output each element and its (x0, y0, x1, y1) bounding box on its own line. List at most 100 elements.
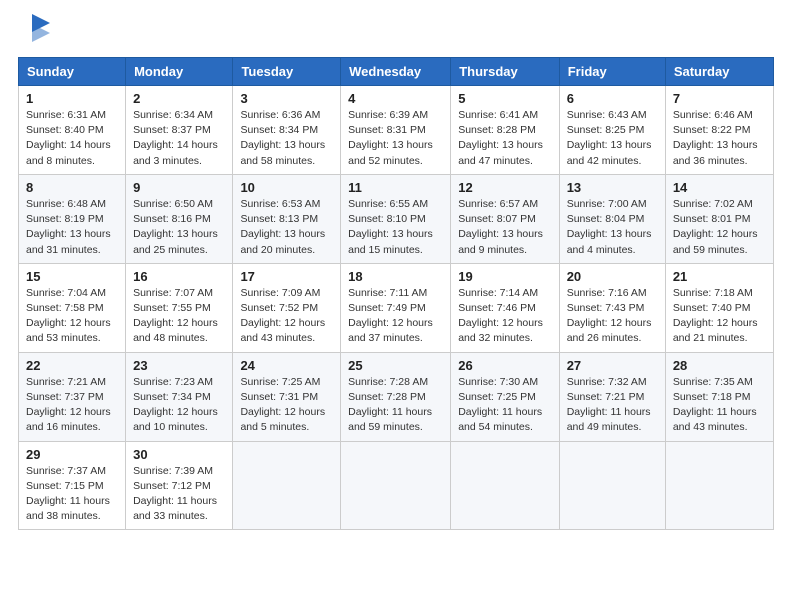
sunrise-label: Sunrise: 7:09 AM (240, 287, 320, 299)
day-number: 7 (673, 91, 766, 106)
daylight-label: Daylight: 13 hours and 36 minutes. (673, 139, 758, 166)
daylight-label: Daylight: 13 hours and 25 minutes. (133, 228, 218, 255)
day-info: Sunrise: 6:31 AM Sunset: 8:40 PM Dayligh… (26, 108, 118, 169)
calendar-cell: 26 Sunrise: 7:30 AM Sunset: 7:25 PM Dayl… (451, 352, 559, 441)
col-monday: Monday (126, 58, 233, 86)
day-number: 22 (26, 358, 118, 373)
sunrise-label: Sunrise: 6:39 AM (348, 109, 428, 121)
calendar-week-row: 15 Sunrise: 7:04 AM Sunset: 7:58 PM Dayl… (19, 263, 774, 352)
day-info: Sunrise: 7:04 AM Sunset: 7:58 PM Dayligh… (26, 286, 118, 347)
calendar-week-row: 22 Sunrise: 7:21 AM Sunset: 7:37 PM Dayl… (19, 352, 774, 441)
day-info: Sunrise: 6:46 AM Sunset: 8:22 PM Dayligh… (673, 108, 766, 169)
day-number: 8 (26, 180, 118, 195)
daylight-label: Daylight: 13 hours and 58 minutes. (240, 139, 325, 166)
day-number: 12 (458, 180, 551, 195)
sunrise-label: Sunrise: 6:43 AM (567, 109, 647, 121)
calendar-cell: 19 Sunrise: 7:14 AM Sunset: 7:46 PM Dayl… (451, 263, 559, 352)
day-number: 21 (673, 269, 766, 284)
sunset-label: Sunset: 8:37 PM (133, 124, 211, 136)
calendar-cell: 23 Sunrise: 7:23 AM Sunset: 7:34 PM Dayl… (126, 352, 233, 441)
sunset-label: Sunset: 8:19 PM (26, 213, 104, 225)
calendar-cell: 24 Sunrise: 7:25 AM Sunset: 7:31 PM Dayl… (233, 352, 341, 441)
sunrise-label: Sunrise: 7:02 AM (673, 198, 753, 210)
day-info: Sunrise: 7:28 AM Sunset: 7:28 PM Dayligh… (348, 375, 443, 436)
calendar-cell: 1 Sunrise: 6:31 AM Sunset: 8:40 PM Dayli… (19, 86, 126, 175)
sunrise-label: Sunrise: 7:25 AM (240, 376, 320, 388)
day-number: 2 (133, 91, 225, 106)
day-number: 26 (458, 358, 551, 373)
day-info: Sunrise: 7:11 AM Sunset: 7:49 PM Dayligh… (348, 286, 443, 347)
day-number: 20 (567, 269, 658, 284)
sunset-label: Sunset: 7:40 PM (673, 302, 751, 314)
sunrise-label: Sunrise: 6:41 AM (458, 109, 538, 121)
sunset-label: Sunset: 7:58 PM (26, 302, 104, 314)
day-info: Sunrise: 7:25 AM Sunset: 7:31 PM Dayligh… (240, 375, 333, 436)
calendar-cell: 20 Sunrise: 7:16 AM Sunset: 7:43 PM Dayl… (559, 263, 665, 352)
calendar-week-row: 29 Sunrise: 7:37 AM Sunset: 7:15 PM Dayl… (19, 441, 774, 530)
sunset-label: Sunset: 8:31 PM (348, 124, 426, 136)
calendar-cell (451, 441, 559, 530)
daylight-label: Daylight: 12 hours and 32 minutes. (458, 317, 543, 344)
calendar-cell: 12 Sunrise: 6:57 AM Sunset: 8:07 PM Dayl… (451, 174, 559, 263)
calendar-cell: 17 Sunrise: 7:09 AM Sunset: 7:52 PM Dayl… (233, 263, 341, 352)
sunset-label: Sunset: 7:15 PM (26, 480, 104, 492)
day-info: Sunrise: 7:23 AM Sunset: 7:34 PM Dayligh… (133, 375, 225, 436)
day-info: Sunrise: 7:35 AM Sunset: 7:18 PM Dayligh… (673, 375, 766, 436)
daylight-label: Daylight: 11 hours and 49 minutes. (567, 406, 651, 433)
calendar-cell: 13 Sunrise: 7:00 AM Sunset: 8:04 PM Dayl… (559, 174, 665, 263)
sunrise-label: Sunrise: 7:04 AM (26, 287, 106, 299)
sunrise-label: Sunrise: 6:36 AM (240, 109, 320, 121)
sunrise-label: Sunrise: 7:39 AM (133, 465, 213, 477)
daylight-label: Daylight: 13 hours and 31 minutes. (26, 228, 111, 255)
sunrise-label: Sunrise: 6:53 AM (240, 198, 320, 210)
day-number: 29 (26, 447, 118, 462)
col-tuesday: Tuesday (233, 58, 341, 86)
day-info: Sunrise: 6:55 AM Sunset: 8:10 PM Dayligh… (348, 197, 443, 258)
daylight-label: Daylight: 11 hours and 38 minutes. (26, 495, 110, 522)
daylight-label: Daylight: 12 hours and 48 minutes. (133, 317, 218, 344)
day-info: Sunrise: 7:32 AM Sunset: 7:21 PM Dayligh… (567, 375, 658, 436)
day-info: Sunrise: 7:16 AM Sunset: 7:43 PM Dayligh… (567, 286, 658, 347)
sunset-label: Sunset: 7:52 PM (240, 302, 318, 314)
day-number: 25 (348, 358, 443, 373)
day-number: 6 (567, 91, 658, 106)
sunrise-label: Sunrise: 7:30 AM (458, 376, 538, 388)
sunrise-label: Sunrise: 7:07 AM (133, 287, 213, 299)
calendar-cell: 3 Sunrise: 6:36 AM Sunset: 8:34 PM Dayli… (233, 86, 341, 175)
calendar-cell: 2 Sunrise: 6:34 AM Sunset: 8:37 PM Dayli… (126, 86, 233, 175)
daylight-label: Daylight: 13 hours and 9 minutes. (458, 228, 543, 255)
day-number: 18 (348, 269, 443, 284)
sunrise-label: Sunrise: 7:21 AM (26, 376, 106, 388)
daylight-label: Daylight: 12 hours and 16 minutes. (26, 406, 111, 433)
sunset-label: Sunset: 7:49 PM (348, 302, 426, 314)
sunset-label: Sunset: 7:46 PM (458, 302, 536, 314)
day-info: Sunrise: 6:57 AM Sunset: 8:07 PM Dayligh… (458, 197, 551, 258)
daylight-label: Daylight: 12 hours and 59 minutes. (673, 228, 758, 255)
sunrise-label: Sunrise: 7:11 AM (348, 287, 427, 299)
daylight-label: Daylight: 12 hours and 26 minutes. (567, 317, 652, 344)
calendar-cell: 15 Sunrise: 7:04 AM Sunset: 7:58 PM Dayl… (19, 263, 126, 352)
sunrise-label: Sunrise: 7:37 AM (26, 465, 106, 477)
day-number: 5 (458, 91, 551, 106)
sunset-label: Sunset: 8:07 PM (458, 213, 536, 225)
sunset-label: Sunset: 7:37 PM (26, 391, 104, 403)
sunset-label: Sunset: 8:01 PM (673, 213, 751, 225)
daylight-label: Daylight: 12 hours and 53 minutes. (26, 317, 111, 344)
sunset-label: Sunset: 8:16 PM (133, 213, 211, 225)
daylight-label: Daylight: 13 hours and 15 minutes. (348, 228, 433, 255)
daylight-label: Daylight: 11 hours and 59 minutes. (348, 406, 432, 433)
col-saturday: Saturday (665, 58, 773, 86)
daylight-label: Daylight: 12 hours and 37 minutes. (348, 317, 433, 344)
sunset-label: Sunset: 8:34 PM (240, 124, 318, 136)
day-info: Sunrise: 7:18 AM Sunset: 7:40 PM Dayligh… (673, 286, 766, 347)
day-info: Sunrise: 7:39 AM Sunset: 7:12 PM Dayligh… (133, 464, 225, 525)
sunset-label: Sunset: 7:28 PM (348, 391, 426, 403)
calendar-cell: 11 Sunrise: 6:55 AM Sunset: 8:10 PM Dayl… (341, 174, 451, 263)
sunset-label: Sunset: 7:43 PM (567, 302, 645, 314)
calendar-cell: 7 Sunrise: 6:46 AM Sunset: 8:22 PM Dayli… (665, 86, 773, 175)
day-number: 16 (133, 269, 225, 284)
day-number: 28 (673, 358, 766, 373)
daylight-label: Daylight: 11 hours and 54 minutes. (458, 406, 542, 433)
daylight-label: Daylight: 12 hours and 21 minutes. (673, 317, 758, 344)
day-info: Sunrise: 6:41 AM Sunset: 8:28 PM Dayligh… (458, 108, 551, 169)
